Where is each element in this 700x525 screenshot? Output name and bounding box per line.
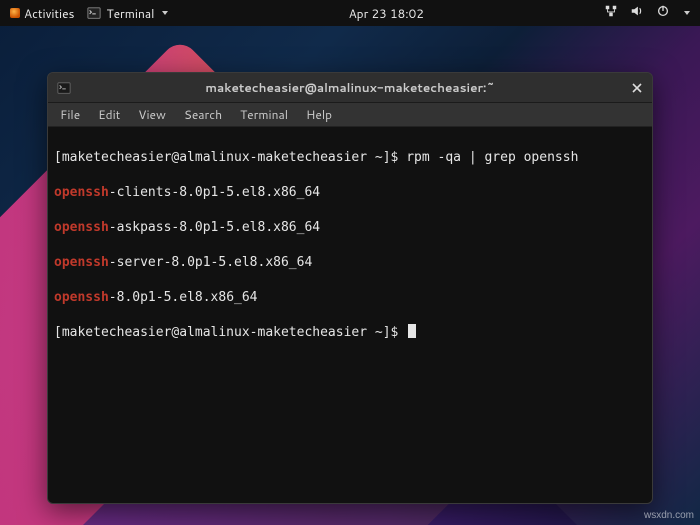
close-button[interactable] [622, 73, 652, 103]
terminal-line: openssh-askpass-8.0p1-5.el8.x86_64 [54, 219, 646, 237]
clock[interactable]: Apr 23 18:02 [182, 5, 590, 22]
app-menu[interactable]: Terminal [87, 5, 169, 22]
terminal-window: maketecheasier@almalinux-maketecheasier:… [47, 72, 653, 504]
terminal-line: [maketecheasier@almalinux-maketecheasier… [54, 324, 646, 342]
menu-help[interactable]: Help [298, 104, 340, 125]
window-title: maketecheasier@almalinux-maketecheasier:… [48, 79, 652, 96]
terminal-line: openssh-8.0p1-5.el8.x86_64 [54, 289, 646, 307]
terminal-icon [52, 81, 76, 95]
activities-icon [10, 8, 20, 18]
chevron-down-icon [684, 11, 690, 15]
window-titlebar[interactable]: maketecheasier@almalinux-maketecheasier:… [48, 73, 652, 103]
watermark: wsxdn.com [644, 510, 694, 521]
volume-icon[interactable] [630, 4, 644, 22]
terminal-line: [maketecheasier@almalinux-maketecheasier… [54, 149, 646, 167]
cursor [408, 324, 416, 338]
network-icon[interactable] [604, 4, 618, 22]
menu-edit[interactable]: Edit [90, 104, 128, 125]
activities-button[interactable]: Activities [10, 5, 75, 22]
close-icon [632, 83, 642, 93]
power-icon[interactable] [656, 4, 670, 22]
terminal-icon [87, 6, 101, 20]
terminal-output[interactable]: [maketecheasier@almalinux-maketecheasier… [48, 127, 652, 503]
menu-search[interactable]: Search [176, 104, 230, 125]
menu-view[interactable]: View [130, 104, 174, 125]
terminal-line: openssh-clients-8.0p1-5.el8.x86_64 [54, 184, 646, 202]
chevron-down-icon [162, 11, 168, 15]
menu-file[interactable]: File [52, 104, 88, 125]
terminal-line: openssh-server-8.0p1-5.el8.x86_64 [54, 254, 646, 272]
menu-bar: File Edit View Search Terminal Help [48, 103, 652, 127]
menu-terminal[interactable]: Terminal [232, 104, 296, 125]
gnome-top-bar: Activities Terminal Apr 23 18:02 [0, 0, 700, 26]
